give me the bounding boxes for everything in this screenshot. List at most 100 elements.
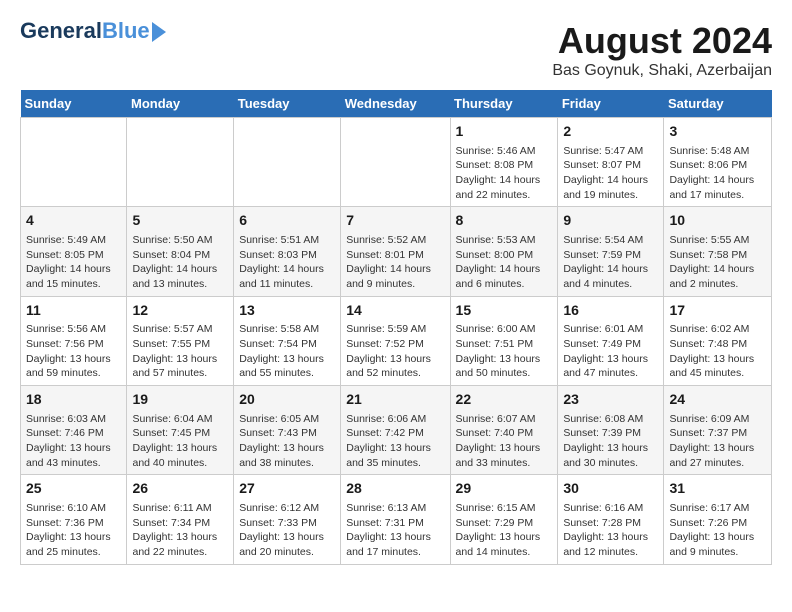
day-number: 18 [26, 390, 121, 410]
calendar-table: SundayMondayTuesdayWednesdayThursdayFrid… [20, 90, 772, 565]
calendar-cell: 30Sunrise: 6:16 AM Sunset: 7:28 PM Dayli… [558, 475, 664, 564]
calendar-cell: 4Sunrise: 5:49 AM Sunset: 8:05 PM Daylig… [21, 207, 127, 296]
day-info: Sunrise: 6:13 AM Sunset: 7:31 PM Dayligh… [346, 501, 444, 560]
logo-text: GeneralBlue [20, 20, 150, 42]
calendar-cell: 9Sunrise: 5:54 AM Sunset: 7:59 PM Daylig… [558, 207, 664, 296]
calendar-cell: 7Sunrise: 5:52 AM Sunset: 8:01 PM Daylig… [341, 207, 450, 296]
calendar-cell: 22Sunrise: 6:07 AM Sunset: 7:40 PM Dayli… [450, 386, 558, 475]
calendar-cell [127, 118, 234, 207]
day-info: Sunrise: 5:49 AM Sunset: 8:05 PM Dayligh… [26, 233, 121, 292]
day-number: 11 [26, 301, 121, 321]
day-number: 14 [346, 301, 444, 321]
day-number: 28 [346, 479, 444, 499]
day-number: 12 [132, 301, 228, 321]
calendar-cell: 20Sunrise: 6:05 AM Sunset: 7:43 PM Dayli… [234, 386, 341, 475]
calendar-cell: 27Sunrise: 6:12 AM Sunset: 7:33 PM Dayli… [234, 475, 341, 564]
day-info: Sunrise: 5:53 AM Sunset: 8:00 PM Dayligh… [456, 233, 553, 292]
day-info: Sunrise: 5:48 AM Sunset: 8:06 PM Dayligh… [669, 144, 766, 203]
header-thursday: Thursday [450, 90, 558, 118]
day-number: 4 [26, 211, 121, 231]
day-info: Sunrise: 5:52 AM Sunset: 8:01 PM Dayligh… [346, 233, 444, 292]
day-info: Sunrise: 5:51 AM Sunset: 8:03 PM Dayligh… [239, 233, 335, 292]
calendar-week-row: 25Sunrise: 6:10 AM Sunset: 7:36 PM Dayli… [21, 475, 772, 564]
calendar-cell: 19Sunrise: 6:04 AM Sunset: 7:45 PM Dayli… [127, 386, 234, 475]
day-number: 3 [669, 122, 766, 142]
header-saturday: Saturday [664, 90, 772, 118]
day-number: 10 [669, 211, 766, 231]
calendar-cell: 28Sunrise: 6:13 AM Sunset: 7:31 PM Dayli… [341, 475, 450, 564]
day-number: 1 [456, 122, 553, 142]
calendar-cell: 6Sunrise: 5:51 AM Sunset: 8:03 PM Daylig… [234, 207, 341, 296]
day-number: 6 [239, 211, 335, 231]
calendar-cell: 2Sunrise: 5:47 AM Sunset: 8:07 PM Daylig… [558, 118, 664, 207]
day-number: 21 [346, 390, 444, 410]
day-info: Sunrise: 5:50 AM Sunset: 8:04 PM Dayligh… [132, 233, 228, 292]
day-number: 7 [346, 211, 444, 231]
calendar-cell: 17Sunrise: 6:02 AM Sunset: 7:48 PM Dayli… [664, 296, 772, 385]
day-info: Sunrise: 6:00 AM Sunset: 7:51 PM Dayligh… [456, 322, 553, 381]
header-tuesday: Tuesday [234, 90, 341, 118]
day-number: 24 [669, 390, 766, 410]
day-info: Sunrise: 6:06 AM Sunset: 7:42 PM Dayligh… [346, 412, 444, 471]
calendar-cell [341, 118, 450, 207]
day-number: 22 [456, 390, 553, 410]
day-number: 20 [239, 390, 335, 410]
day-number: 9 [563, 211, 658, 231]
day-number: 23 [563, 390, 658, 410]
day-number: 13 [239, 301, 335, 321]
calendar-week-row: 1Sunrise: 5:46 AM Sunset: 8:08 PM Daylig… [21, 118, 772, 207]
calendar-cell: 25Sunrise: 6:10 AM Sunset: 7:36 PM Dayli… [21, 475, 127, 564]
calendar-cell: 12Sunrise: 5:57 AM Sunset: 7:55 PM Dayli… [127, 296, 234, 385]
day-info: Sunrise: 5:57 AM Sunset: 7:55 PM Dayligh… [132, 322, 228, 381]
day-info: Sunrise: 5:47 AM Sunset: 8:07 PM Dayligh… [563, 144, 658, 203]
day-info: Sunrise: 5:58 AM Sunset: 7:54 PM Dayligh… [239, 322, 335, 381]
calendar-cell: 13Sunrise: 5:58 AM Sunset: 7:54 PM Dayli… [234, 296, 341, 385]
calendar-cell: 23Sunrise: 6:08 AM Sunset: 7:39 PM Dayli… [558, 386, 664, 475]
calendar-week-row: 18Sunrise: 6:03 AM Sunset: 7:46 PM Dayli… [21, 386, 772, 475]
day-number: 2 [563, 122, 658, 142]
day-info: Sunrise: 5:54 AM Sunset: 7:59 PM Dayligh… [563, 233, 658, 292]
header-monday: Monday [127, 90, 234, 118]
calendar-title: August 2024 [552, 20, 772, 62]
day-number: 30 [563, 479, 658, 499]
day-number: 29 [456, 479, 553, 499]
page-header: GeneralBlue August 2024 Bas Goynuk, Shak… [20, 20, 772, 80]
day-info: Sunrise: 6:17 AM Sunset: 7:26 PM Dayligh… [669, 501, 766, 560]
day-info: Sunrise: 6:03 AM Sunset: 7:46 PM Dayligh… [26, 412, 121, 471]
day-number: 26 [132, 479, 228, 499]
header-wednesday: Wednesday [341, 90, 450, 118]
day-info: Sunrise: 6:16 AM Sunset: 7:28 PM Dayligh… [563, 501, 658, 560]
calendar-cell: 8Sunrise: 5:53 AM Sunset: 8:00 PM Daylig… [450, 207, 558, 296]
calendar-cell: 14Sunrise: 5:59 AM Sunset: 7:52 PM Dayli… [341, 296, 450, 385]
day-number: 5 [132, 211, 228, 231]
calendar-week-row: 4Sunrise: 5:49 AM Sunset: 8:05 PM Daylig… [21, 207, 772, 296]
title-block: August 2024 Bas Goynuk, Shaki, Azerbaija… [552, 20, 772, 80]
calendar-cell: 29Sunrise: 6:15 AM Sunset: 7:29 PM Dayli… [450, 475, 558, 564]
day-info: Sunrise: 6:12 AM Sunset: 7:33 PM Dayligh… [239, 501, 335, 560]
day-number: 19 [132, 390, 228, 410]
day-info: Sunrise: 6:10 AM Sunset: 7:36 PM Dayligh… [26, 501, 121, 560]
day-number: 27 [239, 479, 335, 499]
day-info: Sunrise: 6:05 AM Sunset: 7:43 PM Dayligh… [239, 412, 335, 471]
calendar-week-row: 11Sunrise: 5:56 AM Sunset: 7:56 PM Dayli… [21, 296, 772, 385]
day-info: Sunrise: 6:01 AM Sunset: 7:49 PM Dayligh… [563, 322, 658, 381]
calendar-cell: 10Sunrise: 5:55 AM Sunset: 7:58 PM Dayli… [664, 207, 772, 296]
calendar-cell [234, 118, 341, 207]
calendar-cell: 11Sunrise: 5:56 AM Sunset: 7:56 PM Dayli… [21, 296, 127, 385]
calendar-cell: 18Sunrise: 6:03 AM Sunset: 7:46 PM Dayli… [21, 386, 127, 475]
calendar-cell: 1Sunrise: 5:46 AM Sunset: 8:08 PM Daylig… [450, 118, 558, 207]
calendar-cell: 5Sunrise: 5:50 AM Sunset: 8:04 PM Daylig… [127, 207, 234, 296]
calendar-subtitle: Bas Goynuk, Shaki, Azerbaijan [552, 62, 772, 80]
day-number: 15 [456, 301, 553, 321]
calendar-cell: 15Sunrise: 6:00 AM Sunset: 7:51 PM Dayli… [450, 296, 558, 385]
day-info: Sunrise: 5:46 AM Sunset: 8:08 PM Dayligh… [456, 144, 553, 203]
calendar-cell [21, 118, 127, 207]
calendar-cell: 26Sunrise: 6:11 AM Sunset: 7:34 PM Dayli… [127, 475, 234, 564]
calendar-header-row: SundayMondayTuesdayWednesdayThursdayFrid… [21, 90, 772, 118]
calendar-cell: 31Sunrise: 6:17 AM Sunset: 7:26 PM Dayli… [664, 475, 772, 564]
day-info: Sunrise: 6:15 AM Sunset: 7:29 PM Dayligh… [456, 501, 553, 560]
day-info: Sunrise: 6:04 AM Sunset: 7:45 PM Dayligh… [132, 412, 228, 471]
day-info: Sunrise: 5:56 AM Sunset: 7:56 PM Dayligh… [26, 322, 121, 381]
day-number: 31 [669, 479, 766, 499]
day-number: 25 [26, 479, 121, 499]
